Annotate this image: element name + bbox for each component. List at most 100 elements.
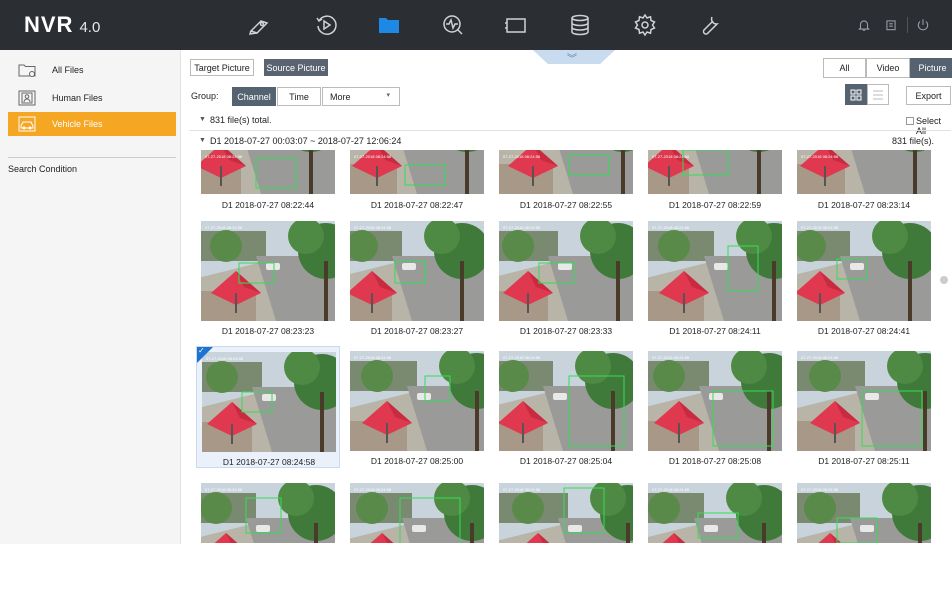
scrollbar-handle[interactable] (940, 276, 948, 284)
storage-icon[interactable] (567, 13, 593, 37)
thumbnail-card[interactable]: 07-27-2018 08:24:58 D1 2018-07-27 08:25:0… (345, 346, 489, 468)
thumbnail-card[interactable]: 07-27-2018 08:24:58 (643, 478, 787, 600)
svg-text:07-27-2018 08:24:58: 07-27-2018 08:24:58 (354, 225, 392, 230)
storage-camera-icon[interactable] (503, 13, 529, 37)
thumbnail-caption: D1 2018-07-27 08:25:08 (668, 456, 762, 466)
collapse-toggle[interactable]: ︾ (533, 50, 615, 64)
svg-text:07-27-2018 08:24:58: 07-27-2018 08:24:58 (205, 225, 243, 230)
svg-text:07-27-2018 08:24:58: 07-27-2018 08:24:58 (652, 487, 690, 492)
chevron-down-icon: ▾ (386, 92, 390, 99)
thumbnail-image: 07-27-2018 08:24:58 (648, 221, 782, 321)
thumbnail-card[interactable]: 07-27-2018 08:24:58 D1 2018-07-27 08:25:0… (643, 346, 787, 468)
caret-down-icon[interactable]: ▼ (199, 116, 206, 123)
svg-text:07-27-2018 08:24:58: 07-27-2018 08:24:58 (652, 154, 690, 159)
thumbnail-card[interactable]: 07-27-2018 08:24:58 D1 2018-07-27 08:23:3… (494, 216, 638, 338)
grid-view-button[interactable] (845, 84, 867, 105)
thumbnail-card[interactable]: 07-27-2018 08:24:58 D1 2018-07-27 08:24:1… (643, 216, 787, 338)
caret-down-icon[interactable]: ▼ (199, 137, 206, 144)
thumbnail-card[interactable]: 07-27-2018 08:24:58 D1 2018-07-27 08:22:5… (494, 150, 638, 218)
sidebar-item-label: Human Files (52, 93, 103, 103)
thumbnail-caption: D1 2018-07-27 08:22:59 (668, 200, 762, 210)
thumbnail-card[interactable]: 07-27-2018 08:24:58 (792, 478, 936, 600)
list-view-icon (873, 90, 883, 99)
thumbnail-card[interactable]: 07-27-2018 08:24:58 (345, 478, 489, 600)
thumbnail-card[interactable]: 07-27-2018 08:24:58 D1 2018-07-27 08:25:1… (792, 346, 936, 468)
thumbnail-caption: D1 2018-07-27 08:23:14 (817, 200, 911, 210)
group-label: Group: (191, 91, 219, 101)
thumbnail-card[interactable]: 07-27-2018 08:24:58 D1 2018-07-27 08:23:1… (792, 150, 936, 218)
thumbnail-card[interactable]: 07-27-2018 08:24:58 D1 2018-07-27 08:24:4… (792, 216, 936, 338)
thumbnail-card[interactable]: 07-27-2018 08:24:58 D1 2018-07-27 08:22:5… (643, 150, 787, 218)
live-view-icon[interactable] (246, 13, 272, 37)
thumbnail-caption: D1 2018-07-27 08:25:04 (519, 456, 613, 466)
group-count: 831 file(s). (892, 136, 935, 146)
svg-text:07-27-2018 08:24:58: 07-27-2018 08:24:58 (206, 356, 244, 361)
thumbnail-caption: D1 2018-07-27 08:24:58 (222, 457, 316, 467)
thumbnail-image: 07-27-2018 08:24:58 (350, 483, 484, 543)
svg-text:07-27-2018 08:24:58: 07-27-2018 08:24:58 (503, 225, 541, 230)
select-all-checkbox[interactable] (906, 117, 914, 125)
source-picture-button[interactable]: Source Picture (264, 59, 328, 76)
thumbnail-caption: D1 2018-07-27 08:23:23 (221, 326, 315, 336)
target-picture-button[interactable]: Target Picture (190, 59, 254, 76)
sidebar-divider (8, 157, 176, 158)
playback-icon[interactable] (313, 13, 339, 37)
svg-text:07-27-2018 08:24:58: 07-27-2018 08:24:58 (354, 487, 392, 492)
filter-video-button[interactable]: Video (866, 58, 910, 78)
group-time-button[interactable]: Time (277, 87, 321, 106)
thumbnail-image: 07-27-2018 08:24:58 (499, 351, 633, 451)
smart-analysis-icon[interactable] (440, 13, 466, 37)
thumbnail-image: 07-27-2018 08:24:58 (499, 221, 633, 321)
power-icon[interactable] (915, 13, 931, 37)
file-management-icon[interactable] (376, 13, 402, 37)
svg-text:07-27-2018 08:24:58: 07-27-2018 08:24:58 (801, 225, 839, 230)
thumbnail-card[interactable]: 07-27-2018 08:24:58 D1 2018-07-27 08:22:4… (345, 150, 489, 218)
thumbnail-caption: D1 2018-07-27 08:22:55 (519, 200, 613, 210)
thumbnail-image: 07-27-2018 08:24:58 (201, 483, 335, 543)
thumbnail-caption: D1 2018-07-27 08:23:27 (370, 326, 464, 336)
thumbnail-card[interactable]: 07-27-2018 08:24:58 D1 2018-07-27 08:22:4… (196, 150, 340, 218)
thumbnail-card[interactable]: 07-27-2018 08:24:58 D1 2018-07-27 08:25:0… (494, 346, 638, 468)
main-panel: ︾ Target Picture Source Picture All Vide… (181, 50, 952, 544)
divider (189, 130, 951, 131)
svg-text:07-27-2018 08:24:58: 07-27-2018 08:24:58 (503, 355, 541, 360)
thumbnail-image: 07-27-2018 08:24:58 (648, 483, 782, 543)
sidebar: All Files Human Files Vehicle Files Sear… (0, 50, 181, 544)
thumbnail-image: 07-27-2018 08:24:58 (797, 483, 931, 543)
filter-picture-button[interactable]: Picture (910, 58, 952, 78)
export-button[interactable]: Export (906, 86, 951, 105)
lock-icon[interactable] (883, 13, 899, 37)
thumbnail-card[interactable]: 07-27-2018 08:24:58 ✓ D1 2018-07-27 08:24:… (196, 346, 340, 468)
more-dropdown[interactable]: More ▾ (322, 87, 400, 106)
thumbnail-image: 07-27-2018 08:24:58 (499, 150, 633, 194)
thumbnail-image: 07-27-2018 08:24:58 (797, 221, 931, 321)
search-condition-label[interactable]: Search Condition (8, 164, 77, 174)
svg-text:07-27-2018 08:24:58: 07-27-2018 08:24:58 (801, 487, 839, 492)
sidebar-item-all-files[interactable]: All Files (0, 58, 181, 82)
list-view-button[interactable] (867, 84, 889, 105)
thumbnail-image: 07-27-2018 08:24:58 (201, 221, 335, 321)
thumbnail-card[interactable]: 07-27-2018 08:24:58 (494, 478, 638, 600)
thumbnail-caption: D1 2018-07-27 08:22:47 (370, 200, 464, 210)
filter-all-button[interactable]: All (823, 58, 866, 78)
sidebar-item-human-files[interactable]: Human Files (0, 86, 181, 110)
notification-icon[interactable] (856, 13, 872, 37)
svg-text:07-27-2018 08:24:58: 07-27-2018 08:24:58 (652, 225, 690, 230)
thumbnail-caption: D1 2018-07-27 08:22:44 (221, 200, 315, 210)
thumbnail-image: 07-27-2018 08:24:58 (350, 351, 484, 451)
chevron-double-down-icon: ︾ (567, 54, 577, 65)
svg-text:07-27-2018 08:24:58: 07-27-2018 08:24:58 (503, 154, 541, 159)
maintenance-icon[interactable] (697, 13, 723, 37)
thumbnail-image: 07-27-2018 08:24:58 (202, 352, 336, 452)
svg-text:07-27-2018 08:24:58: 07-27-2018 08:24:58 (801, 154, 839, 159)
thumbnail-card[interactable]: 07-27-2018 08:24:58 D1 2018-07-27 08:23:2… (196, 216, 340, 338)
thumbnail-caption: D1 2018-07-27 08:24:11 (669, 326, 761, 336)
group-channel-button[interactable]: Channel (232, 87, 276, 106)
thumbnail-card[interactable]: 07-27-2018 08:24:58 D1 2018-07-27 08:23:2… (345, 216, 489, 338)
sidebar-item-vehicle-files[interactable]: Vehicle Files (8, 112, 176, 136)
thumbnail-card[interactable]: 07-27-2018 08:24:58 (196, 478, 340, 600)
system-settings-icon[interactable] (632, 13, 658, 37)
total-files-text: 831 file(s) total. (210, 115, 272, 125)
thumbnail-image: 07-27-2018 08:24:58 (648, 150, 782, 194)
folder-icon (18, 62, 36, 78)
